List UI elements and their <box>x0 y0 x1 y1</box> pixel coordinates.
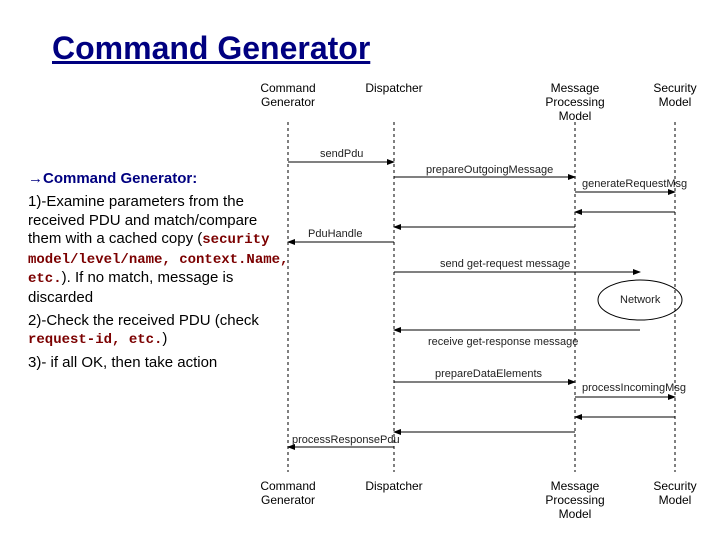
label-pduhandle: PduHandle <box>308 228 362 240</box>
item2-code: request-id, etc. <box>28 332 162 348</box>
label-preparedata: prepareDataElements <box>435 368 542 380</box>
label-recvgetresp: receive get-response message <box>428 336 578 348</box>
label-processresponsepdu: processResponsePdu <box>292 434 400 446</box>
label-network: Network <box>620 294 660 306</box>
label-sendgetreq: send get-request message <box>440 258 570 270</box>
page-title: Command Generator <box>52 30 370 67</box>
label-generaterequest: generateRequestMsg <box>582 178 687 190</box>
label-prepareoutgoing: prepareOutgoingMessage <box>426 164 553 176</box>
sequence-diagram: CommandGenerator Dispatcher MessageProce… <box>230 82 710 512</box>
item2-lead: 2)-Check the received PDU (check <box>28 312 259 329</box>
label-sendpdu: sendPdu <box>320 148 363 160</box>
arrow-icon: → <box>28 170 43 187</box>
subheading-text: Command Generator: <box>43 170 197 187</box>
item2-tail: ) <box>162 330 167 347</box>
label-processincoming: processIncomingMsg <box>582 382 686 394</box>
